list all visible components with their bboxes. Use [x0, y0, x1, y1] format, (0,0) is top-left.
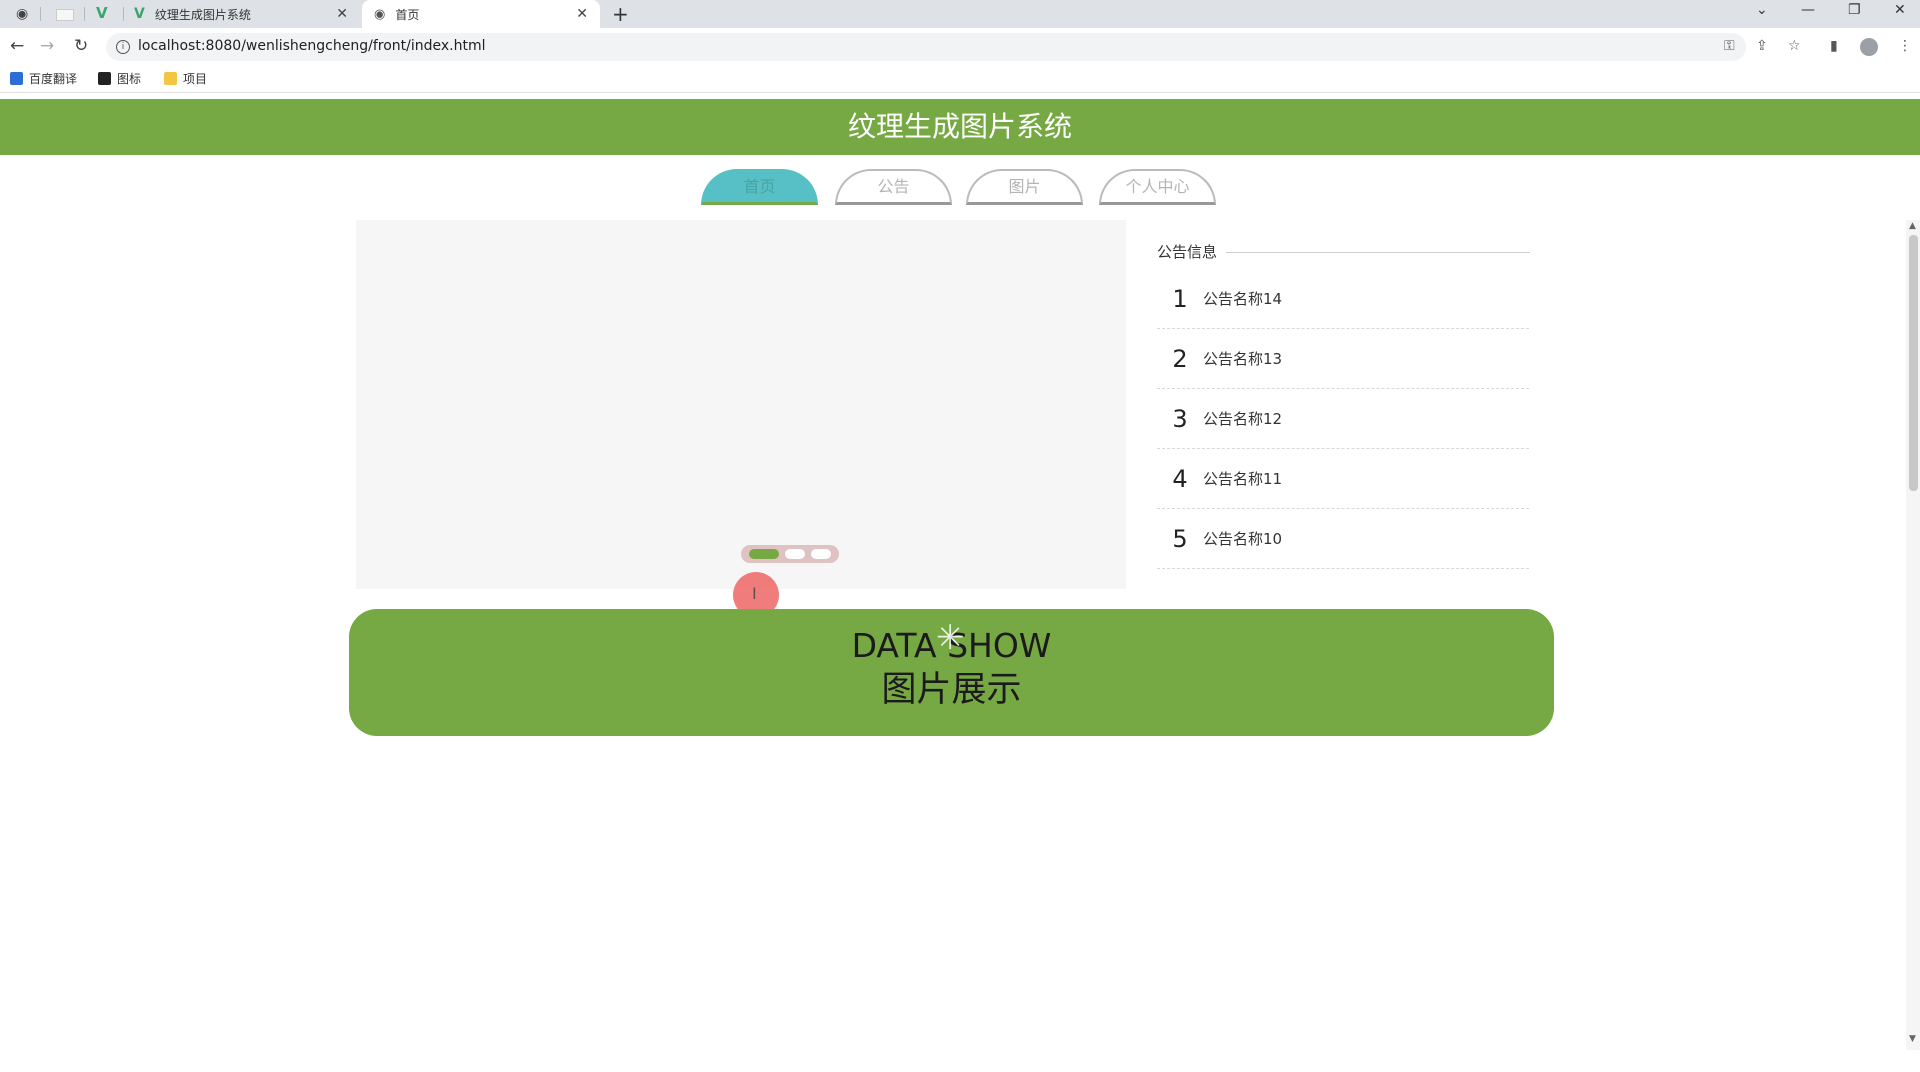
scroll-up-icon[interactable]: ▲ [1909, 221, 1916, 231]
close-icon[interactable]: ✕ [576, 6, 588, 22]
notice-item[interactable]: 5 公告名称10 [1157, 509, 1529, 569]
close-icon[interactable]: ✕ [336, 6, 348, 22]
vue-icon: V [134, 6, 145, 22]
notice-name[interactable]: 公告名称10 [1203, 528, 1282, 549]
notice-item[interactable]: 2 公告名称13 [1157, 329, 1529, 389]
star-icon[interactable]: ☆ [1788, 38, 1801, 54]
site-title: 纹理生成图片系统 [847, 110, 1072, 143]
tab-title: 首页 [395, 7, 420, 22]
blank-tab-icon[interactable] [56, 9, 74, 21]
notice-name[interactable]: 公告名称13 [1203, 348, 1282, 369]
forward-icon[interactable]: → [40, 36, 54, 56]
spinner-icon: ✳ [936, 618, 965, 658]
bookmark-label: 项目 [183, 72, 208, 86]
notice-divider [1226, 252, 1530, 253]
url-text[interactable]: localhost:8080/wenlishengcheng/front/ind… [138, 38, 485, 54]
nav-images[interactable]: 图片 [966, 169, 1083, 205]
bookmarks-bar [0, 64, 1920, 93]
globe-icon: ◉ [374, 6, 386, 22]
carousel-dot-1[interactable] [749, 549, 779, 559]
menu-icon[interactable]: ⋮ [1898, 38, 1912, 54]
notice-number: 4 [1172, 464, 1188, 493]
tab-separator [40, 7, 41, 21]
notice-item[interactable]: 4 公告名称11 [1157, 449, 1529, 509]
tab-separator [84, 7, 85, 21]
notice-name[interactable]: 公告名称11 [1203, 468, 1282, 489]
sidebar-icon[interactable]: ▮ [1830, 38, 1838, 54]
bookmark-project-folder[interactable]: 项目 [164, 70, 207, 87]
tab-texture-system[interactable]: V 纹理生成图片系统 ✕ [130, 0, 360, 28]
text-cursor-icon: I [752, 584, 757, 603]
nav-notice[interactable]: 公告 [835, 169, 952, 205]
data-show-heading-cn: 图片展示 [881, 670, 1022, 710]
share-icon[interactable]: ⇪ [1756, 38, 1768, 54]
bookmark-label: 图标 [117, 72, 142, 86]
notice-item[interactable]: 1 公告名称14 [1157, 269, 1529, 329]
carousel-dot-3[interactable] [811, 549, 831, 559]
tab-home[interactable]: ◉ 首页 ✕ [362, 0, 600, 28]
image-icon [98, 72, 111, 85]
bookmark-icons[interactable]: 图标 [98, 70, 141, 87]
carousel-banner[interactable] [356, 220, 1126, 589]
back-icon[interactable]: ← [10, 36, 24, 56]
reload-icon[interactable]: ↻ [74, 36, 88, 56]
notice-number: 2 [1172, 344, 1188, 373]
tab-title: 纹理生成图片系统 [154, 7, 251, 22]
globe-icon[interactable]: ◉ [16, 6, 28, 22]
vue-icon[interactable]: V [96, 4, 108, 22]
notice-number: 5 [1172, 524, 1188, 553]
info-icon[interactable]: i [116, 40, 130, 54]
bookmark-label: 百度翻译 [29, 72, 78, 86]
folder-icon [164, 72, 177, 85]
key-icon[interactable]: ⚿ [1724, 38, 1735, 54]
window-close-icon[interactable]: ✕ [1894, 2, 1906, 18]
notice-name[interactable]: 公告名称14 [1203, 288, 1282, 309]
new-tab-button[interactable]: + [612, 2, 629, 26]
nav-personal-center[interactable]: 个人中心 [1099, 169, 1216, 205]
scrollbar-thumb[interactable] [1909, 235, 1918, 491]
profile-icon[interactable] [1860, 38, 1878, 56]
bookmark-baidu-translate[interactable]: 百度翻译 [10, 70, 77, 87]
tab-search-icon[interactable]: ⌄ [1756, 2, 1768, 18]
carousel-dot-2[interactable] [785, 549, 805, 559]
notice-item[interactable]: 3 公告名称12 [1157, 389, 1529, 449]
restore-icon[interactable]: ❐ [1848, 2, 1861, 18]
notice-section-title: 公告信息 [1157, 243, 1218, 261]
tab-separator [123, 7, 124, 21]
translate-icon [10, 72, 23, 85]
scroll-down-icon[interactable]: ▼ [1909, 1034, 1916, 1044]
notice-name[interactable]: 公告名称12 [1203, 408, 1282, 429]
site-header: 纹理生成图片系统 [0, 99, 1920, 155]
notice-number: 3 [1172, 404, 1188, 433]
minimize-icon[interactable]: — [1801, 2, 1815, 18]
nav-home[interactable]: 首页 [701, 169, 818, 205]
notice-number: 1 [1172, 284, 1188, 313]
